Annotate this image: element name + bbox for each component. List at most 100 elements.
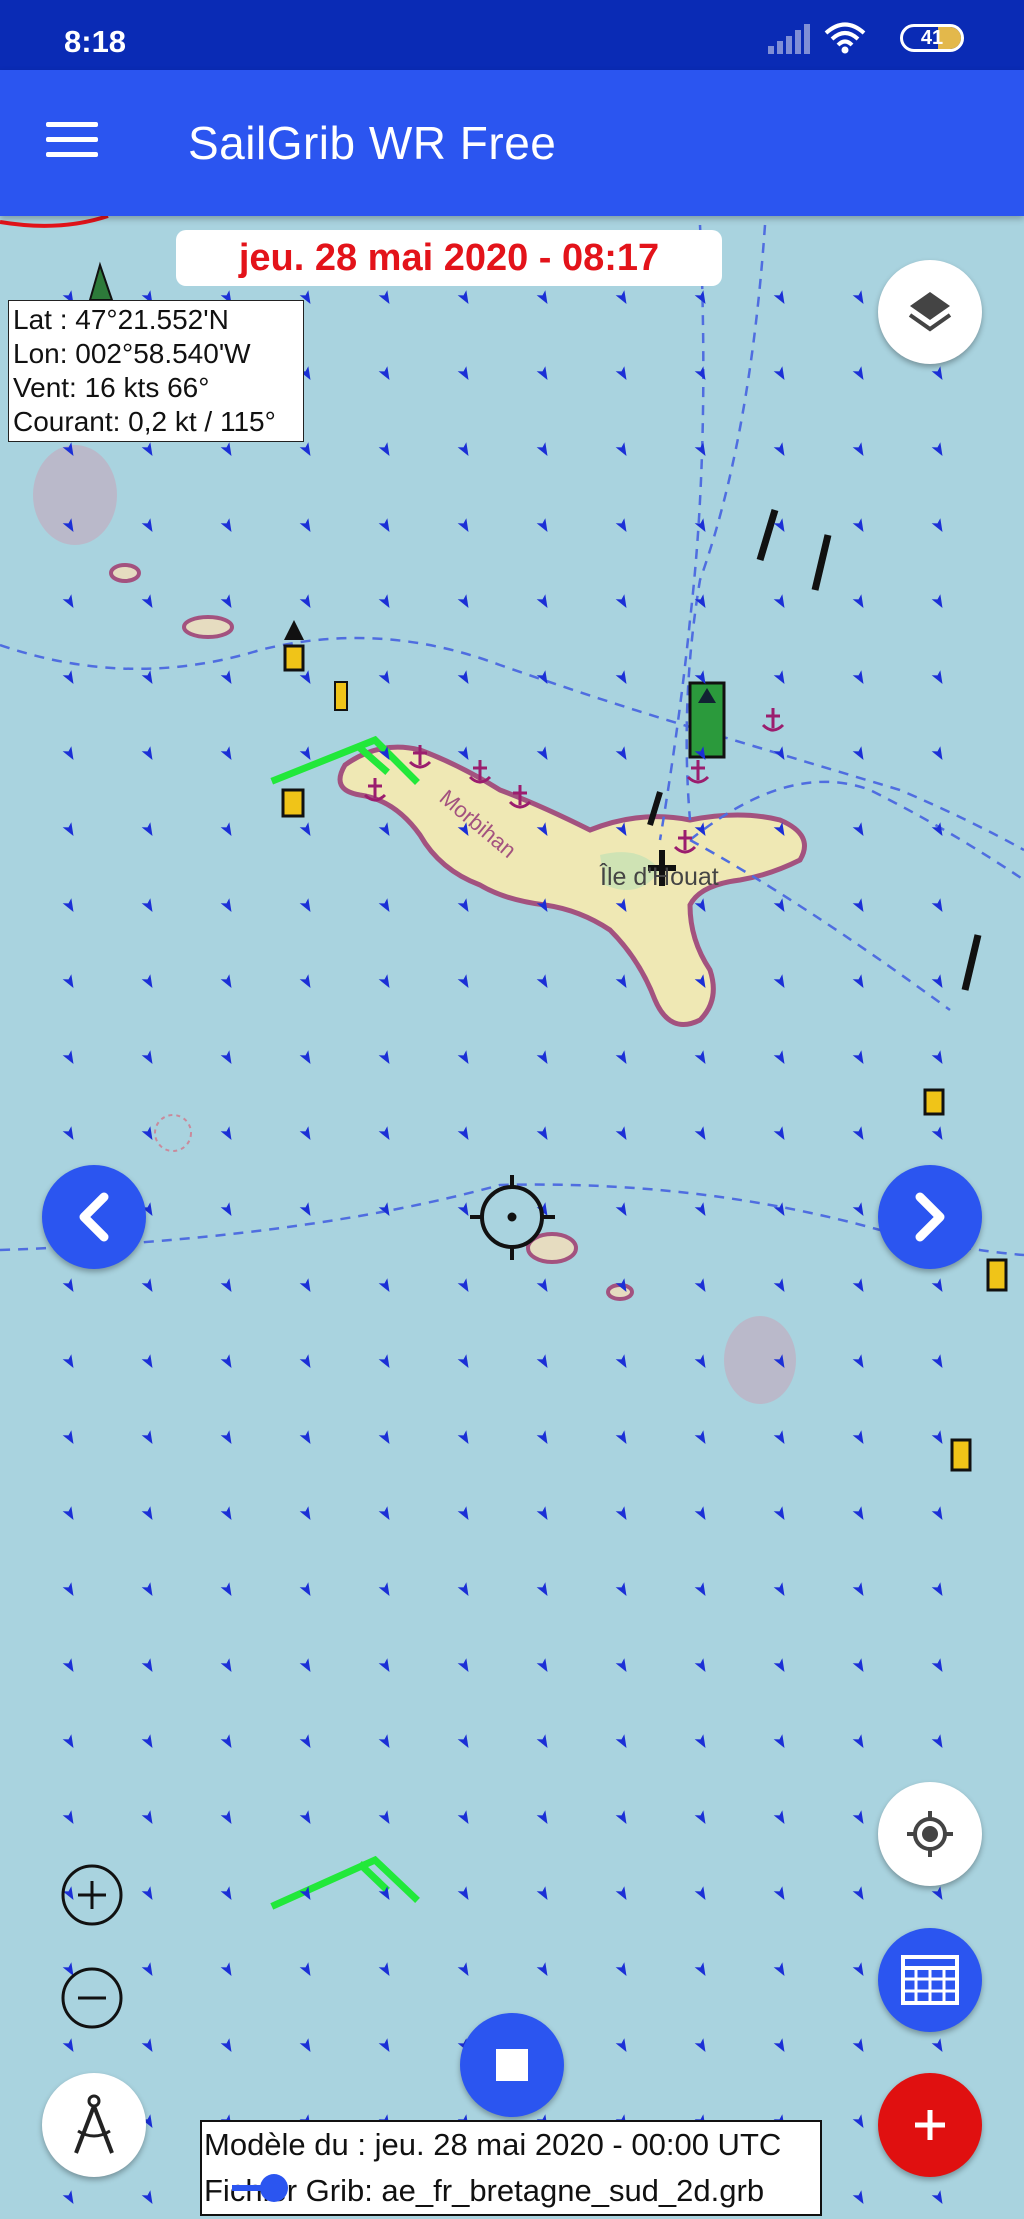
current-arrow (536, 1126, 548, 1141)
previous-time-button[interactable] (42, 1165, 146, 1269)
current-arrow (773, 1810, 785, 1825)
current-arrow (457, 442, 469, 457)
current-arrow (931, 442, 943, 457)
current-arrow (852, 594, 864, 609)
grid-icon (901, 1955, 959, 2005)
current-arrow (378, 898, 390, 913)
current-arrow (773, 1430, 785, 1445)
current-arrow (457, 1506, 469, 1521)
stop-animation-button[interactable] (460, 2013, 564, 2117)
current-arrow (378, 1658, 390, 1673)
zoom-in-icon (61, 1864, 123, 1926)
current-arrow (694, 1126, 706, 1141)
status-time: 8:18 (64, 24, 127, 59)
current-arrow (852, 1278, 864, 1293)
current-arrow (852, 1126, 864, 1141)
current-arrow (852, 974, 864, 989)
island-shape (337, 744, 807, 1027)
current-arrow (536, 1886, 548, 1901)
zoom-out-button[interactable] (60, 1966, 124, 2030)
current-arrow (299, 974, 311, 989)
current-arrow (220, 974, 232, 989)
status-bar: 8:18 41 (0, 0, 1024, 70)
add-button[interactable] (878, 2073, 982, 2177)
current-arrow (694, 1658, 706, 1673)
current-arrow (773, 2038, 785, 2053)
current-arrow (773, 898, 785, 913)
current-arrow (536, 1810, 548, 1825)
current-arrow (141, 1734, 153, 1749)
current-arrow (457, 1278, 469, 1293)
current-arrow (220, 1886, 232, 1901)
current-arrow (62, 1582, 74, 1597)
current-arrow (220, 670, 232, 685)
current-arrow (694, 1354, 706, 1369)
layers-button[interactable] (878, 260, 982, 364)
nautical-map[interactable]: Morbihan Île d'Houat (0, 216, 1024, 2219)
current-arrow (299, 1278, 311, 1293)
current-arrow (220, 822, 232, 837)
current-arrow (536, 1734, 548, 1749)
current-arrow (536, 974, 548, 989)
current-arrow (931, 974, 943, 989)
current-arrow (220, 1734, 232, 1749)
current-arrow (536, 594, 548, 609)
map-canvas[interactable]: Morbihan Île d'Houat (0, 216, 1024, 2219)
current-arrow (457, 1734, 469, 1749)
current-arrow (852, 1202, 864, 1217)
current-arrow (773, 1734, 785, 1749)
current-arrow (536, 1506, 548, 1521)
current-arrow (615, 974, 627, 989)
current-arrow (457, 1886, 469, 1901)
current-arrow (615, 1430, 627, 1445)
grib-file-text: Fichier Grib: ae_fr_bretagne_sud_2d.grb (204, 2173, 765, 2208)
current-arrow (299, 518, 311, 533)
current-arrow (536, 1278, 548, 1293)
current-arrow (378, 442, 390, 457)
current-arrow (931, 2038, 943, 2053)
wifi-icon (824, 22, 866, 54)
current-arrow (931, 1278, 943, 1293)
current-arrow (62, 1506, 74, 1521)
current-arrow (299, 2038, 311, 2053)
locate-button[interactable] (878, 1782, 982, 1886)
current-arrow (220, 1202, 232, 1217)
current-arrow (299, 1962, 311, 1977)
current-arrow (141, 670, 153, 685)
current-arrow (457, 290, 469, 305)
current-arrow (615, 1582, 627, 1597)
current-arrow (299, 898, 311, 913)
measure-button[interactable] (42, 2073, 146, 2177)
current-arrow (457, 1962, 469, 1977)
zoom-in-button[interactable] (60, 1863, 124, 1927)
current-arrow (220, 1126, 232, 1141)
current-arrow (773, 746, 785, 761)
timeline-slider-thumb[interactable] (259, 2174, 288, 2202)
current-arrow (931, 1354, 943, 1369)
current-arrow (773, 518, 785, 533)
current-arrow (694, 366, 706, 381)
current-arrow (852, 1050, 864, 1065)
current-arrow (378, 1278, 390, 1293)
current-arrow (457, 1582, 469, 1597)
grib-info-panel: Modèle du : jeu. 28 mai 2020 - 00:00 UTC… (200, 2120, 822, 2216)
signal-icon (768, 24, 810, 54)
current-arrow (931, 1886, 943, 1901)
current-arrow (62, 1354, 74, 1369)
current-arrow (457, 1354, 469, 1369)
current-arrow (931, 898, 943, 913)
current-arrow (694, 442, 706, 457)
chevron-left-icon (79, 1192, 109, 1242)
current-arrow (852, 1658, 864, 1673)
current-arrow (615, 1734, 627, 1749)
menu-icon[interactable] (46, 122, 98, 162)
table-button[interactable] (878, 1928, 982, 2032)
current-arrow (852, 366, 864, 381)
current-arrow (931, 746, 943, 761)
current-arrow (694, 1202, 706, 1217)
current-arrow (852, 1506, 864, 1521)
date-banner[interactable]: jeu. 28 mai 2020 - 08:17 (176, 230, 722, 286)
next-time-button[interactable] (878, 1165, 982, 1269)
current-arrow (141, 1962, 153, 1977)
current-arrow (378, 974, 390, 989)
